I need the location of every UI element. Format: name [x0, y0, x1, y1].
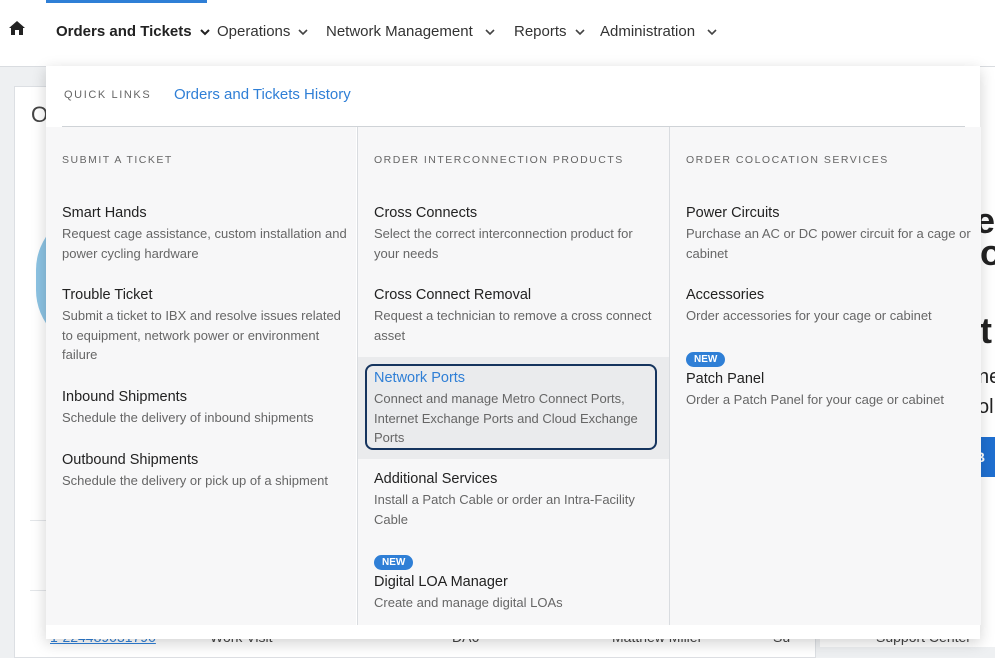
menu-item-title: Digital LOA Manager: [374, 574, 508, 590]
interconnection-column: ORDER INTERCONNECTION PRODUCTS Cross Con…: [357, 127, 669, 625]
new-badge: NEW: [686, 352, 726, 367]
menu-item-description: Schedule the delivery or pick up of a sh…: [62, 473, 328, 488]
column-heading: ORDER COLOCATION SERVICES: [686, 154, 889, 166]
menu-item-description: Order accessories for your cage or cabin…: [686, 308, 932, 323]
background-text-fragment: o: [980, 232, 995, 273]
menu-item-description: Install a Patch Cable or order an Intra-…: [374, 492, 635, 527]
menu-item-title: Trouble Ticket: [62, 287, 153, 303]
column-heading: SUBMIT A TICKET: [62, 154, 173, 166]
menu-item-description: Order a Patch Panel for your cage or cab…: [686, 392, 944, 407]
menu-item-title: Network Ports: [374, 370, 466, 386]
nav-network-management[interactable]: Network Management: [326, 0, 495, 66]
menu-item-title: Accessories: [686, 287, 765, 303]
top-navigation: Orders and Tickets Operations Network Ma…: [0, 0, 995, 69]
quick-links-heading: QUICK LINKS: [64, 89, 152, 101]
menu-item-description: Purchase an AC or DC power circuit for a…: [686, 226, 971, 261]
menu-item-outbound-shipments[interactable]: Outbound Shipments Schedule the delivery…: [62, 452, 347, 491]
chevron-down-icon: [298, 0, 308, 64]
menu-item-title: Additional Services: [374, 471, 498, 487]
nav-operations[interactable]: Operations: [217, 0, 308, 66]
nav-orders-and-tickets[interactable]: Orders and Tickets: [46, 0, 210, 69]
menu-item-description: Submit a ticket to IBX and resolve issue…: [62, 308, 341, 362]
menu-item-description: Create and manage digital LOAs: [374, 595, 563, 610]
menu-item-accessories[interactable]: Accessories Order accessories for your c…: [686, 287, 971, 326]
menu-item-description: Schedule the delivery of inbound shipmen…: [62, 410, 314, 425]
home-icon[interactable]: [8, 20, 26, 38]
menu-item-title: Cross Connects: [374, 205, 478, 221]
menu-item-inbound-shipments[interactable]: Inbound Shipments Schedule the delivery …: [62, 389, 347, 428]
colocation-column: ORDER COLOCATION SERVICES Power Circuits…: [669, 127, 981, 625]
menu-item-title: Smart Hands: [62, 205, 147, 221]
chevron-down-icon: [199, 3, 210, 61]
nav-label: Network Management: [326, 23, 473, 40]
menu-item-cross-connect-removal[interactable]: Cross Connect Removal Request a technici…: [374, 287, 659, 345]
nav-label: Administration: [600, 23, 696, 40]
menu-item-cross-connects[interactable]: Cross Connects Select the correct interc…: [374, 205, 659, 263]
chevron-down-icon: [485, 0, 495, 64]
menu-item-description: Connect and manage Metro Connect Ports, …: [374, 391, 638, 445]
menu-item-patch-panel[interactable]: NEW Patch Panel Order a Patch Panel for …: [686, 349, 971, 410]
menu-item-digital-loa-manager[interactable]: NEW Digital LOA Manager Create and manag…: [374, 552, 659, 613]
orders-mega-menu: QUICK LINKS Orders and Tickets History S…: [46, 66, 981, 639]
menu-item-title: Cross Connect Removal: [374, 287, 532, 303]
menu-item-title: Power Circuits: [686, 205, 780, 221]
nav-label: Orders and Tickets: [56, 23, 192, 40]
nav-reports[interactable]: Reports: [514, 0, 585, 66]
submit-ticket-column: SUBMIT A TICKET Smart Hands Request cage…: [46, 127, 356, 625]
menu-item-additional-services[interactable]: Additional Services Install a Patch Cabl…: [374, 471, 659, 529]
menu-item-power-circuits[interactable]: Power Circuits Purchase an AC or DC powe…: [686, 205, 971, 263]
new-badge: NEW: [374, 555, 414, 570]
menu-item-title: Patch Panel: [686, 371, 765, 387]
menu-item-title: Inbound Shipments: [62, 389, 187, 405]
chevron-down-icon: [707, 0, 717, 64]
column-heading: ORDER INTERCONNECTION PRODUCTS: [374, 154, 624, 166]
nav-label: Reports: [514, 23, 567, 40]
background-text-fragment: t: [980, 310, 992, 351]
nav-label: Operations: [217, 23, 291, 40]
menu-item-description: Select the correct interconnection produ…: [374, 226, 633, 261]
menu-item-description: Request cage assistance, custom installa…: [62, 226, 347, 261]
orders-history-link[interactable]: Orders and Tickets History: [174, 86, 351, 103]
menu-item-smart-hands[interactable]: Smart Hands Request cage assistance, cus…: [62, 205, 347, 263]
nav-administration[interactable]: Administration: [600, 0, 717, 66]
menu-item-trouble-ticket[interactable]: Trouble Ticket Submit a ticket to IBX an…: [62, 287, 347, 365]
menu-item-title: Outbound Shipments: [62, 452, 199, 468]
chevron-down-icon: [574, 0, 585, 64]
menu-item-network-ports[interactable]: Network Ports Connect and manage Metro C…: [374, 370, 654, 448]
menu-item-description: Request a technician to remove a cross c…: [374, 308, 652, 343]
